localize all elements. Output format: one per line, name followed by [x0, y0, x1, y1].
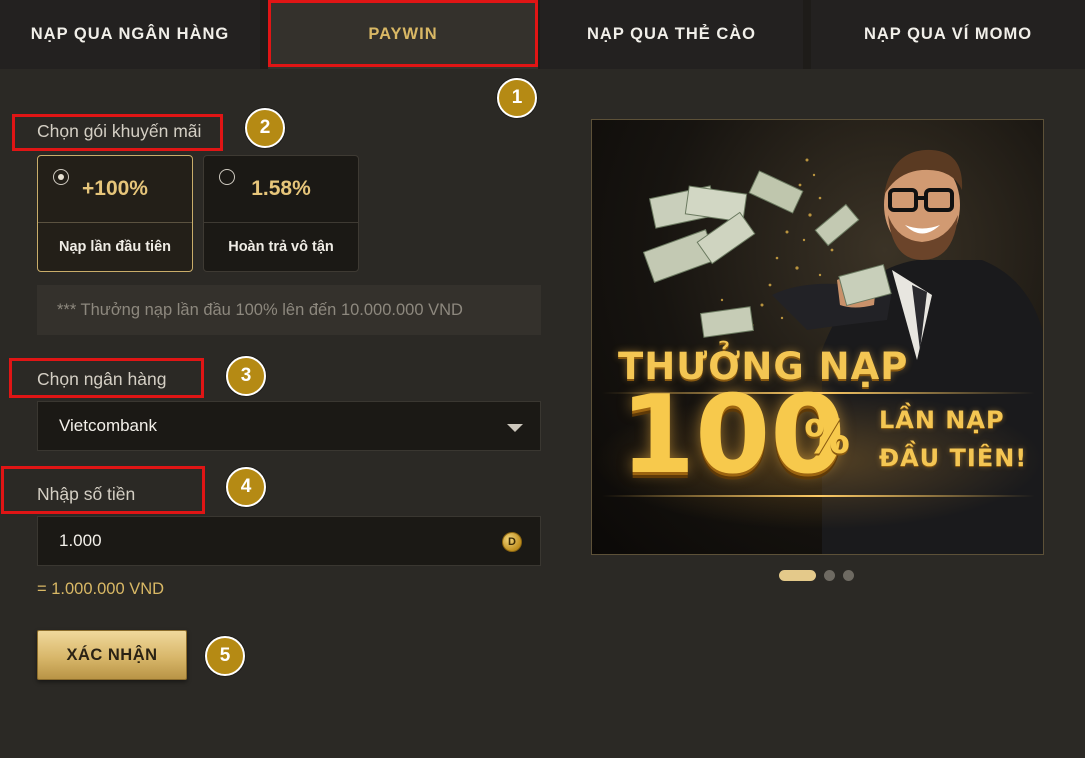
tab-momo-deposit[interactable]: NẠP QUA VÍ MOMO	[811, 0, 1085, 69]
step-marker-2: 2	[245, 108, 285, 148]
tab-card-deposit[interactable]: NẠP QUA THẺ CÀO	[540, 0, 803, 69]
amount-conversion: = 1.000.000 VND	[37, 580, 165, 598]
bank-select[interactable]: Vietcombank	[37, 401, 541, 451]
amount-label: Nhập số tiền	[37, 484, 136, 504]
tab-bar: NẠP QUA NGÂN HÀNG PAYWIN NẠP QUA THẺ CÀO…	[0, 0, 1085, 69]
step-marker-1: 1	[497, 78, 537, 118]
radio-selected-icon[interactable]	[53, 169, 69, 185]
promo-banner[interactable]: THƯỞNG NẠP 100 % LẦN NẠP ĐẦU TIÊN!	[591, 119, 1044, 555]
coin-icon: D	[502, 532, 522, 552]
chevron-down-icon	[507, 424, 523, 432]
promo-note: *** Thưởng nạp lần đầu 100% lên đến 10.0…	[37, 285, 541, 335]
step-marker-5: 5	[205, 636, 245, 676]
confirm-button[interactable]: XÁC NHẬN	[37, 630, 187, 680]
bank-select-value: Vietcombank	[59, 416, 157, 435]
step-marker-3: 3	[226, 356, 266, 396]
step-marker-4: 4	[226, 467, 266, 507]
banner-subtitle-1: LẦN NẠP	[879, 406, 1005, 434]
carousel-indicators	[779, 569, 854, 581]
package-name: Nạp lần đầu tiên	[59, 239, 171, 255]
package-value: +100%	[82, 177, 148, 200]
carousel-dot[interactable]	[779, 569, 816, 581]
tab-paywin[interactable]: PAYWIN	[268, 0, 538, 69]
package-first-deposit[interactable]: +100% Nạp lần đầu tiên	[37, 155, 193, 272]
package-unlimited-rebate[interactable]: 1.58% Hoàn trả vô tận	[203, 155, 359, 272]
carousel-dot[interactable]	[824, 569, 835, 581]
carousel-dot[interactable]	[843, 569, 854, 581]
bank-label: Chọn ngân hàng	[37, 369, 167, 389]
tab-bank-deposit[interactable]: NẠP QUA NGÂN HÀNG	[0, 0, 260, 69]
package-name: Hoàn trả vô tận	[228, 239, 334, 255]
amount-input[interactable]: 1.000 D	[37, 516, 541, 566]
promo-label: Chọn gói khuyến mãi	[37, 121, 202, 141]
amount-input-value: 1.000	[59, 531, 102, 550]
radio-unselected-icon[interactable]	[219, 169, 235, 185]
package-value: 1.58%	[251, 177, 311, 200]
banner-subtitle-2: ĐẦU TIÊN!	[879, 444, 1028, 472]
banner-percent: %	[804, 410, 851, 464]
